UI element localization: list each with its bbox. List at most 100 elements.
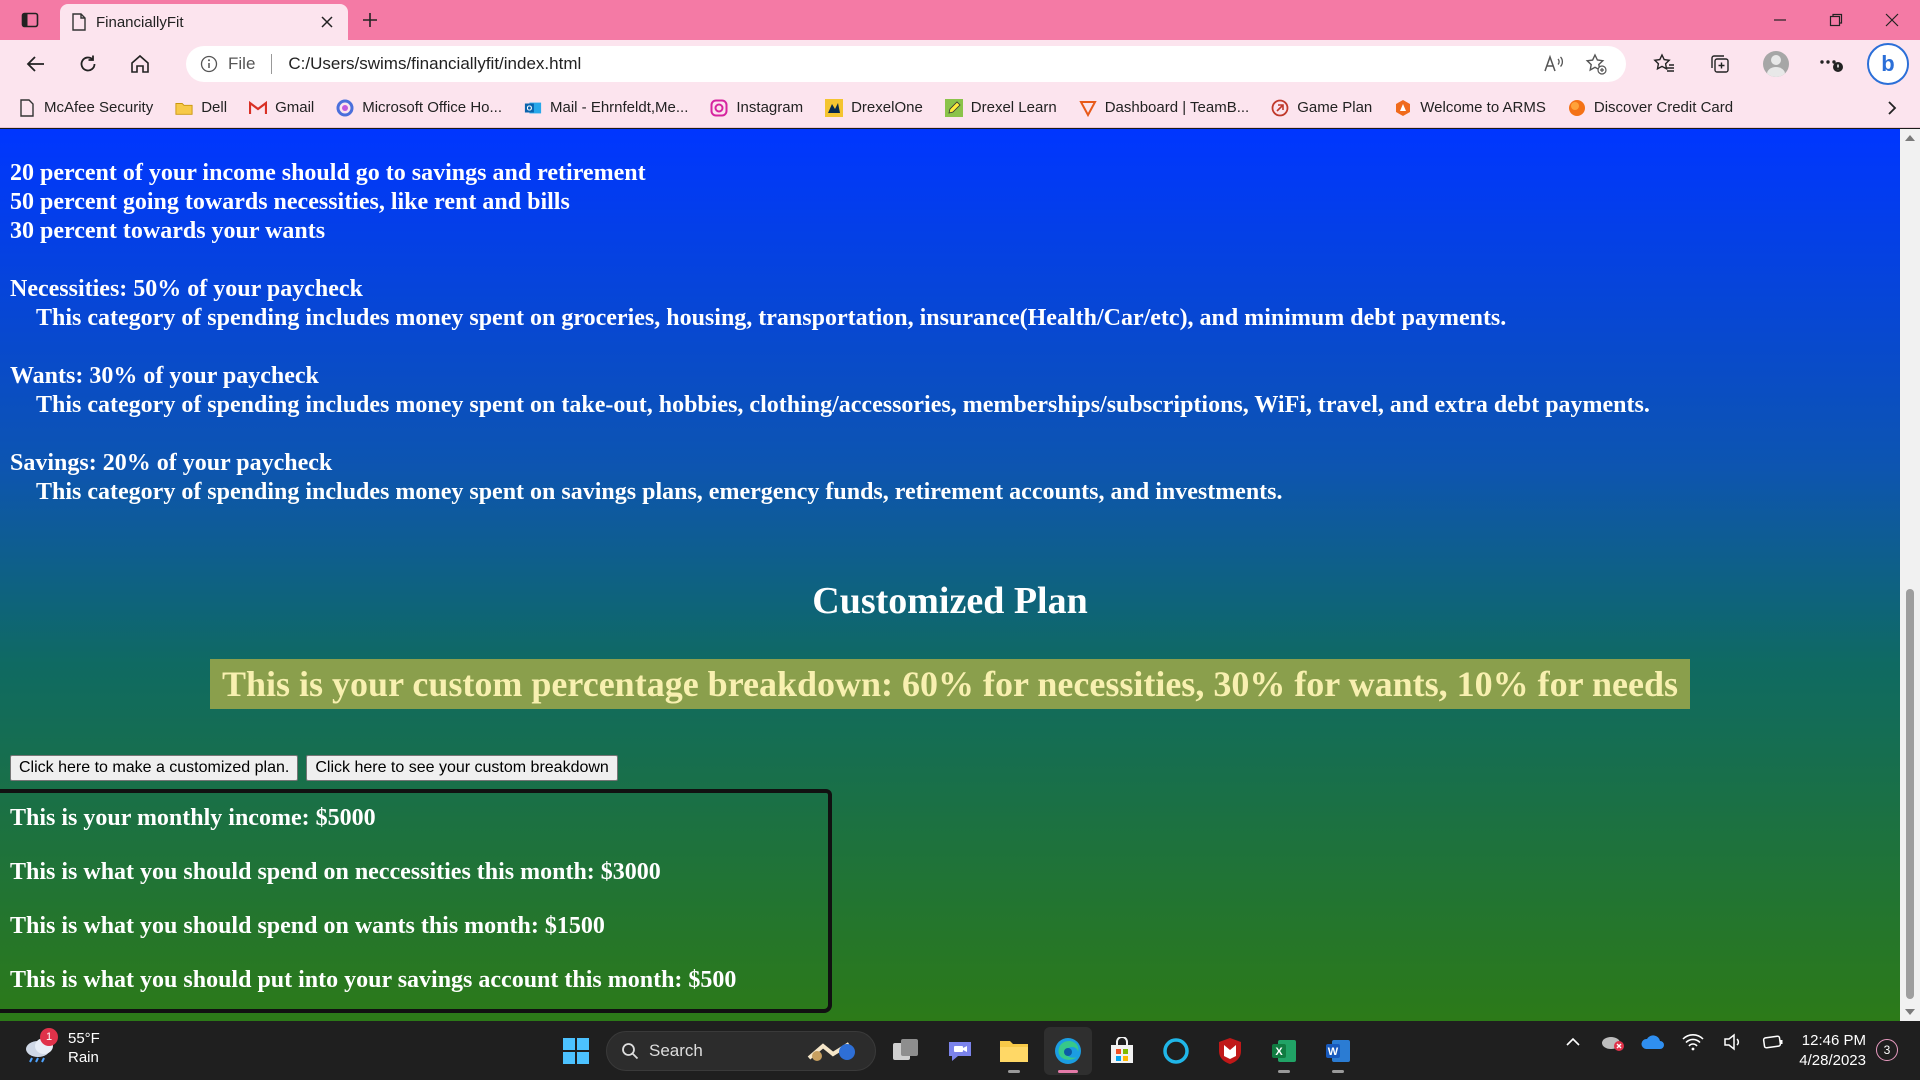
page-icon (18, 98, 36, 117)
svg-text:O: O (527, 103, 533, 112)
tab-actions-button[interactable] (0, 0, 60, 40)
favorites-overflow-button[interactable] (1886, 100, 1898, 116)
notification-center-badge[interactable]: 3 (1876, 1039, 1898, 1061)
favorite-label: Gmail (275, 99, 315, 116)
favorites-button[interactable] (1636, 44, 1692, 84)
gameplan-icon (1271, 99, 1289, 117)
favorite-label: Mail - Ehrnfeldt,Me... (550, 99, 689, 116)
favorite-label: Dell (201, 99, 228, 116)
favorite-gmail[interactable]: Gmail (249, 99, 314, 117)
scroll-up-arrow-icon[interactable] (1905, 135, 1915, 141)
favorite-microsoft-office[interactable]: Microsoft Office Ho... (336, 99, 502, 117)
excel-icon: X (1272, 1040, 1296, 1062)
favorite-discover-credit-card[interactable]: Discover Credit Card (1568, 99, 1733, 117)
home-button[interactable] (114, 44, 166, 84)
category-title: Savings: 20% of your paycheck (10, 450, 333, 476)
back-arrow-icon (26, 56, 44, 72)
instagram-icon (710, 99, 728, 117)
discover-icon (1568, 99, 1586, 117)
close-window-button[interactable] (1864, 0, 1920, 40)
gmail-icon (249, 99, 268, 117)
task-view-button[interactable] (882, 1027, 930, 1075)
collections-button[interactable] (1692, 44, 1748, 84)
favorite-drexelone[interactable]: DrexelOne (825, 98, 923, 117)
weather-widget[interactable]: 1 55°F Rain (22, 1028, 100, 1067)
battery-button[interactable] (1760, 1029, 1786, 1055)
favorite-welcome-to-arms[interactable]: Welcome to ARMS (1394, 99, 1546, 117)
favorite-teamb-dashboard[interactable]: Dashboard | TeamB... (1079, 99, 1249, 117)
scrollbar-thumb[interactable] (1906, 589, 1914, 999)
new-tab-button[interactable] (348, 0, 392, 40)
url-text[interactable]: C:/Users/swims/financiallyfit/index.html (288, 54, 1528, 74)
refresh-button[interactable] (62, 44, 114, 84)
file-explorer-button[interactable] (990, 1027, 1038, 1075)
wifi-button[interactable] (1680, 1029, 1706, 1055)
info-icon[interactable] (200, 55, 218, 73)
tab-close-button[interactable] (316, 11, 338, 33)
category-description: This category of spending includes money… (36, 305, 1507, 331)
start-button[interactable] (552, 1027, 600, 1075)
bing-icon: b (1867, 43, 1909, 85)
show-hidden-icons-button[interactable] (1560, 1029, 1586, 1055)
minimize-icon (1774, 19, 1786, 21)
favorite-label: Discover Credit Card (1593, 99, 1734, 116)
restore-button[interactable] (1808, 0, 1864, 40)
favorite-drexel-learn[interactable]: Drexel Learn (944, 98, 1057, 117)
task-view-icon (893, 1039, 918, 1060)
volume-button[interactable] (1720, 1029, 1746, 1055)
profile-button[interactable] (1748, 44, 1804, 84)
more-dots-icon (1820, 60, 1843, 72)
read-aloud-icon (1544, 54, 1564, 72)
monthly-results-box: This is your monthly income: $5000 This … (0, 789, 832, 1013)
microsoft-store-button[interactable] (1098, 1027, 1146, 1075)
bing-chat-button[interactable]: b (1860, 43, 1916, 85)
taskbar-search[interactable]: Search (606, 1031, 876, 1071)
favorites-bar: McAfee Security Dell Gmail Microsoft Off… (0, 88, 1920, 128)
teams-chat-button[interactable] (936, 1027, 984, 1075)
back-button[interactable] (10, 44, 62, 84)
collections-icon (1711, 55, 1729, 73)
chevron-right-icon (1888, 100, 1897, 115)
mcafee-button[interactable] (1206, 1027, 1254, 1075)
page-scrollbar[interactable] (1900, 129, 1920, 1021)
address-separator (271, 54, 273, 74)
avatar (1763, 51, 1789, 77)
favorite-instagram[interactable]: Instagram (710, 99, 803, 117)
favorite-game-plan[interactable]: Game Plan (1271, 99, 1372, 117)
weather-temperature: 55°F (68, 1030, 100, 1047)
taskbar-apps: Search X W (552, 1027, 1362, 1075)
word-button[interactable]: W (1314, 1027, 1362, 1075)
favorite-mcafee-security[interactable]: McAfee Security (18, 98, 154, 117)
favorite-outlook-mail[interactable]: O Mail - Ehrnfeldt,Me... (524, 99, 688, 117)
address-bar[interactable]: File C:/Users/swims/financiallyfit/index… (186, 46, 1626, 82)
wifi-icon (1682, 1034, 1704, 1051)
rule-necessities: 50 percent going towards necessities, li… (10, 189, 570, 215)
scroll-down-arrow-icon[interactable] (1905, 1009, 1915, 1015)
category-description: This category of spending includes money… (36, 479, 1283, 505)
settings-more-button[interactable] (1804, 44, 1860, 84)
favorite-label: Welcome to ARMS (1420, 99, 1546, 116)
page-icon (72, 13, 86, 31)
running-indicator (1008, 1070, 1020, 1073)
minimize-button[interactable] (1752, 0, 1808, 40)
search-label: Search (649, 1041, 703, 1060)
clock-date: 4/28/2023 (1799, 1052, 1866, 1069)
favorites-icon (1653, 53, 1674, 72)
add-favorite-button[interactable] (1580, 53, 1612, 75)
onedrive-button[interactable] (1640, 1029, 1666, 1055)
system-clock[interactable]: 12:46 PM 4/28/2023 (1788, 1031, 1866, 1071)
favorite-label: Game Plan (1297, 99, 1373, 116)
rule-wants: 30 percent towards your wants (10, 218, 326, 244)
make-customized-plan-button[interactable]: Click here to make a customized plan. (10, 755, 299, 781)
favorite-label: McAfee Security (44, 99, 154, 116)
onedrive-error-button[interactable] (1600, 1029, 1626, 1055)
cortana-button[interactable] (1152, 1027, 1200, 1075)
edge-browser-button[interactable] (1044, 1027, 1092, 1075)
read-aloud-button[interactable] (1538, 54, 1570, 74)
excel-button[interactable]: X (1260, 1027, 1308, 1075)
tab-financiallyfit[interactable]: FinanciallyFit (60, 4, 348, 40)
browser-title-bar: FinanciallyFit (0, 0, 1920, 40)
customized-plan-heading: Customized Plan (812, 580, 1088, 622)
see-custom-breakdown-button[interactable]: Click here to see your custom breakdown (306, 755, 618, 781)
favorite-dell[interactable]: Dell (175, 99, 227, 117)
